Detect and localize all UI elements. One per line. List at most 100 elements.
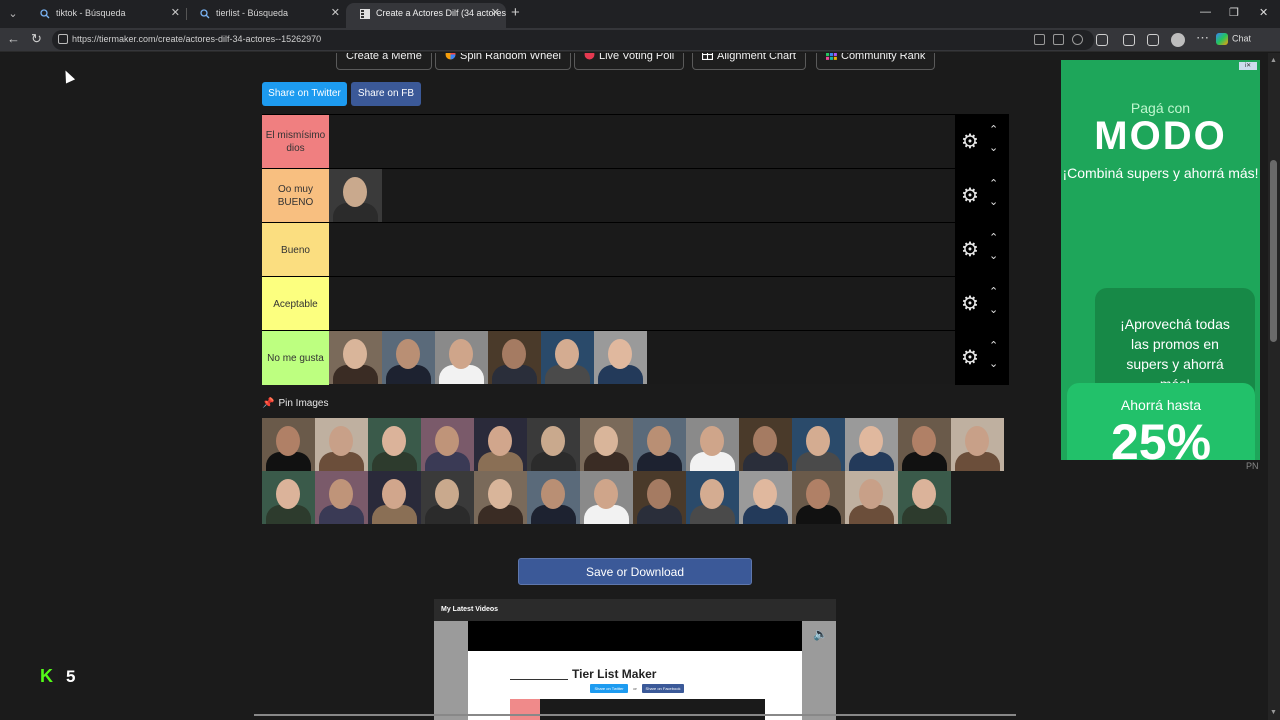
alignment-chart-button[interactable]: Alignment Chart bbox=[692, 53, 806, 70]
actor-image[interactable] bbox=[315, 418, 368, 471]
actor-image-face bbox=[382, 479, 406, 509]
actor-image[interactable] bbox=[315, 471, 368, 524]
tier-label[interactable]: El mismísimo dios bbox=[262, 115, 329, 169]
close-tab-icon[interactable]: ✕ bbox=[171, 3, 180, 24]
new-tab-button[interactable]: + bbox=[511, 4, 520, 21]
tab-tierlist[interactable]: tierlist - Búsqueda ✕ bbox=[186, 3, 346, 28]
actor-image[interactable] bbox=[421, 471, 474, 524]
modo-advertisement[interactable]: i✕ Pagá con MODO ¡Combiná supers y ahorr… bbox=[1061, 60, 1260, 460]
chevron-down-icon[interactable]: ⌄ bbox=[989, 357, 998, 370]
actor-image[interactable] bbox=[951, 418, 1004, 471]
favorites-icon[interactable] bbox=[1147, 34, 1159, 46]
pin-images-toggle[interactable]: 📌 Pin Images bbox=[262, 398, 328, 409]
gear-icon[interactable]: ⚙ bbox=[961, 294, 979, 314]
address-bar[interactable]: https://tiermaker.com/create/actores-dil… bbox=[52, 30, 1094, 50]
scroll-up-icon[interactable]: ▲ bbox=[1270, 57, 1277, 64]
actor-image[interactable] bbox=[580, 471, 633, 524]
back-arrow-icon[interactable]: ← bbox=[7, 31, 20, 46]
chevron-down-icon[interactable]: ⌄ bbox=[989, 303, 998, 316]
actor-image[interactable] bbox=[739, 418, 792, 471]
share-twitter-button[interactable]: Share on Twitter bbox=[262, 82, 347, 106]
gear-icon[interactable]: ⚙ bbox=[961, 186, 979, 206]
close-tab-icon[interactable]: ✕ bbox=[491, 3, 500, 24]
gear-icon[interactable]: ⚙ bbox=[961, 132, 979, 152]
copilot-chat-button[interactable]: Chat bbox=[1216, 33, 1251, 45]
gear-icon[interactable]: ⚙ bbox=[961, 348, 979, 368]
scrollbar-thumb[interactable] bbox=[1270, 160, 1277, 342]
tier-label[interactable]: Oo muy BUENO bbox=[262, 169, 329, 223]
actor-image[interactable] bbox=[435, 331, 488, 384]
maximize-icon[interactable]: ❐ bbox=[1229, 6, 1239, 19]
actor-image[interactable] bbox=[368, 471, 421, 524]
actor-image[interactable] bbox=[421, 418, 474, 471]
tab-tiktok[interactable]: tiktok - Búsqueda ✕ bbox=[26, 3, 186, 28]
adchoices-icon[interactable]: i✕ bbox=[1239, 62, 1257, 70]
actor-image[interactable] bbox=[633, 471, 686, 524]
actor-image[interactable] bbox=[686, 418, 739, 471]
gear-icon[interactable]: ⚙ bbox=[961, 240, 979, 260]
actor-image[interactable] bbox=[474, 418, 527, 471]
actor-image[interactable] bbox=[527, 418, 580, 471]
actor-image-face bbox=[753, 426, 777, 456]
spin-wheel-button[interactable]: Spin Random Wheel bbox=[435, 53, 571, 70]
close-window-icon[interactable]: ✕ bbox=[1259, 6, 1268, 19]
bookmark-star-icon[interactable] bbox=[1072, 34, 1083, 45]
live-voting-button[interactable]: Live Voting Poll bbox=[574, 53, 685, 70]
actor-image[interactable] bbox=[739, 471, 792, 524]
actor-image[interactable] bbox=[368, 418, 421, 471]
site-info-icon[interactable] bbox=[58, 34, 68, 44]
chevron-up-icon[interactable]: ⌃ bbox=[989, 177, 998, 190]
volume-icon[interactable]: 🔈 bbox=[813, 627, 828, 641]
save-download-button[interactable]: Save or Download bbox=[518, 558, 752, 585]
actor-image[interactable] bbox=[382, 331, 435, 384]
tier-controls: ⚙ ⌃ ⌄ bbox=[955, 223, 1009, 277]
chevron-down-icon[interactable]: ⌄ bbox=[989, 195, 998, 208]
actor-image[interactable] bbox=[845, 418, 898, 471]
actor-image[interactable] bbox=[792, 471, 845, 524]
actor-image[interactable] bbox=[329, 331, 382, 384]
tier-label[interactable]: No me gusta bbox=[262, 331, 329, 385]
reading-mode-icon[interactable] bbox=[1053, 34, 1064, 45]
actor-image[interactable] bbox=[594, 331, 647, 384]
actor-image[interactable] bbox=[474, 471, 527, 524]
extension-icon[interactable] bbox=[1096, 34, 1108, 46]
tab-tiermaker[interactable]: Create a Actores Dilf (34 actores) . ✕ bbox=[346, 3, 506, 28]
actor-image[interactable] bbox=[686, 471, 739, 524]
video-frame[interactable]: Tier List Maker Share on Twitter or Shar… bbox=[434, 621, 836, 720]
actor-image[interactable] bbox=[262, 418, 315, 471]
chevron-up-icon[interactable]: ⌃ bbox=[989, 231, 998, 244]
reload-icon[interactable]: ↻ bbox=[31, 31, 42, 47]
share-facebook-button[interactable]: Share on FB bbox=[351, 82, 421, 106]
page-scrollbar[interactable]: ▲ ▼ bbox=[1268, 53, 1280, 720]
translate-icon[interactable] bbox=[1034, 34, 1045, 45]
chevron-up-icon[interactable]: ⌃ bbox=[989, 123, 998, 136]
tier-label[interactable]: Aceptable bbox=[262, 277, 329, 331]
actor-image[interactable] bbox=[329, 169, 382, 222]
create-meme-button[interactable]: Create a Meme bbox=[336, 53, 432, 70]
scroll-down-icon[interactable]: ▼ bbox=[1270, 709, 1277, 716]
extensions-puzzle-icon[interactable] bbox=[1123, 34, 1135, 46]
chevron-up-icon[interactable]: ⌃ bbox=[989, 285, 998, 298]
actor-image[interactable] bbox=[527, 471, 580, 524]
video-section-title: My Latest Videos bbox=[441, 606, 499, 613]
actor-image[interactable] bbox=[845, 471, 898, 524]
mouse-cursor-icon bbox=[60, 68, 76, 84]
more-menu-icon[interactable]: ⋯ bbox=[1196, 30, 1209, 46]
tier-label[interactable]: Bueno bbox=[262, 223, 329, 277]
actor-image[interactable] bbox=[898, 471, 951, 524]
chevron-down-icon[interactable]: ⌄ bbox=[989, 141, 998, 154]
actor-image[interactable] bbox=[898, 418, 951, 471]
community-rank-button[interactable]: Community Rank bbox=[816, 53, 936, 70]
actor-image[interactable] bbox=[580, 418, 633, 471]
minimize-icon[interactable]: — bbox=[1200, 6, 1211, 18]
profile-avatar[interactable] bbox=[1171, 33, 1185, 47]
actor-image[interactable] bbox=[488, 331, 541, 384]
actor-image[interactable] bbox=[541, 331, 594, 384]
close-tab-icon[interactable]: ✕ bbox=[331, 3, 340, 24]
actor-image[interactable] bbox=[792, 418, 845, 471]
actor-image[interactable] bbox=[633, 418, 686, 471]
chevron-down-icon[interactable]: ⌄ bbox=[989, 249, 998, 262]
actor-image[interactable] bbox=[262, 471, 315, 524]
chevron-up-icon[interactable]: ⌃ bbox=[989, 339, 998, 352]
tab-search-menu-icon[interactable]: ⌄ bbox=[4, 5, 22, 23]
